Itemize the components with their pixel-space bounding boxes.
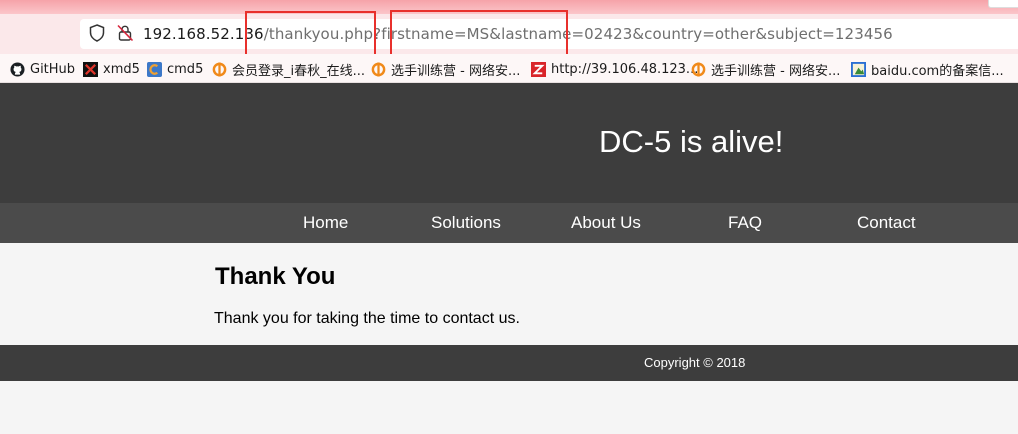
bookmark-label: cmd5 — [167, 61, 204, 77]
highlight-box-page — [245, 11, 376, 56]
thank-you-message: Thank you for taking the time to contact… — [214, 310, 520, 327]
site-header — [0, 83, 1018, 203]
page-heading: Thank You — [215, 263, 336, 290]
main-content — [0, 243, 1018, 345]
bookmark-label: http://39.106.48.123... — [551, 61, 699, 77]
bookmark-github[interactable]: GitHub — [10, 60, 75, 78]
bookmark-ip-link[interactable]: http://39.106.48.123... — [531, 60, 698, 78]
window-control[interactable] — [988, 0, 1018, 8]
z-icon — [531, 61, 546, 77]
nav-home[interactable]: Home — [303, 213, 348, 233]
bookmark-training-camp[interactable]: 选手训练营 - 网络安... — [371, 60, 521, 79]
ichunqiu-icon — [691, 61, 706, 77]
bookmark-label: GitHub — [30, 61, 76, 77]
nav-solutions[interactable]: Solutions — [431, 213, 501, 233]
bookmark-cmd5[interactable]: cmd5 — [147, 60, 203, 78]
nav-contact[interactable]: Contact — [857, 213, 916, 233]
nav-faq[interactable]: FAQ — [728, 213, 762, 233]
bookmark-label: xmd5 — [103, 61, 140, 77]
site-title: DC-5 is alive! — [599, 124, 784, 159]
ichunqiu-icon — [371, 61, 386, 77]
nav-about-us[interactable]: About Us — [571, 213, 641, 233]
copyright-text: Copyright © 2018 — [644, 355, 746, 370]
bookmark-training-camp-2[interactable]: 选手训练营 - 网络安... — [691, 60, 841, 79]
bookmark-xmd5[interactable]: xmd5 — [83, 60, 140, 78]
highlight-box-lastname — [390, 10, 568, 56]
page-background — [0, 381, 1018, 434]
bookmark-baidu-beian[interactable]: baidu.com的备案信... — [851, 60, 1004, 79]
ichunqiu-icon — [212, 61, 227, 77]
bookmark-label: baidu.com的备案信... — [871, 63, 1004, 79]
shield-icon[interactable] — [89, 24, 105, 42]
bookmark-ichunqiu-login[interactable]: 会员登录_i春秋_在线... — [212, 60, 366, 79]
xmd5-icon — [83, 61, 98, 77]
bookmark-label: 会员登录_i春秋_在线... — [232, 63, 366, 79]
insecure-lock-icon[interactable] — [116, 24, 134, 42]
baidu-icon — [851, 61, 866, 77]
bookmark-label: 选手训练营 - 网络安... — [391, 63, 521, 79]
github-icon — [10, 61, 25, 77]
cmd5-icon — [147, 61, 162, 77]
bookmark-label: 选手训练营 - 网络安... — [711, 63, 841, 79]
site-footer — [0, 345, 1018, 381]
